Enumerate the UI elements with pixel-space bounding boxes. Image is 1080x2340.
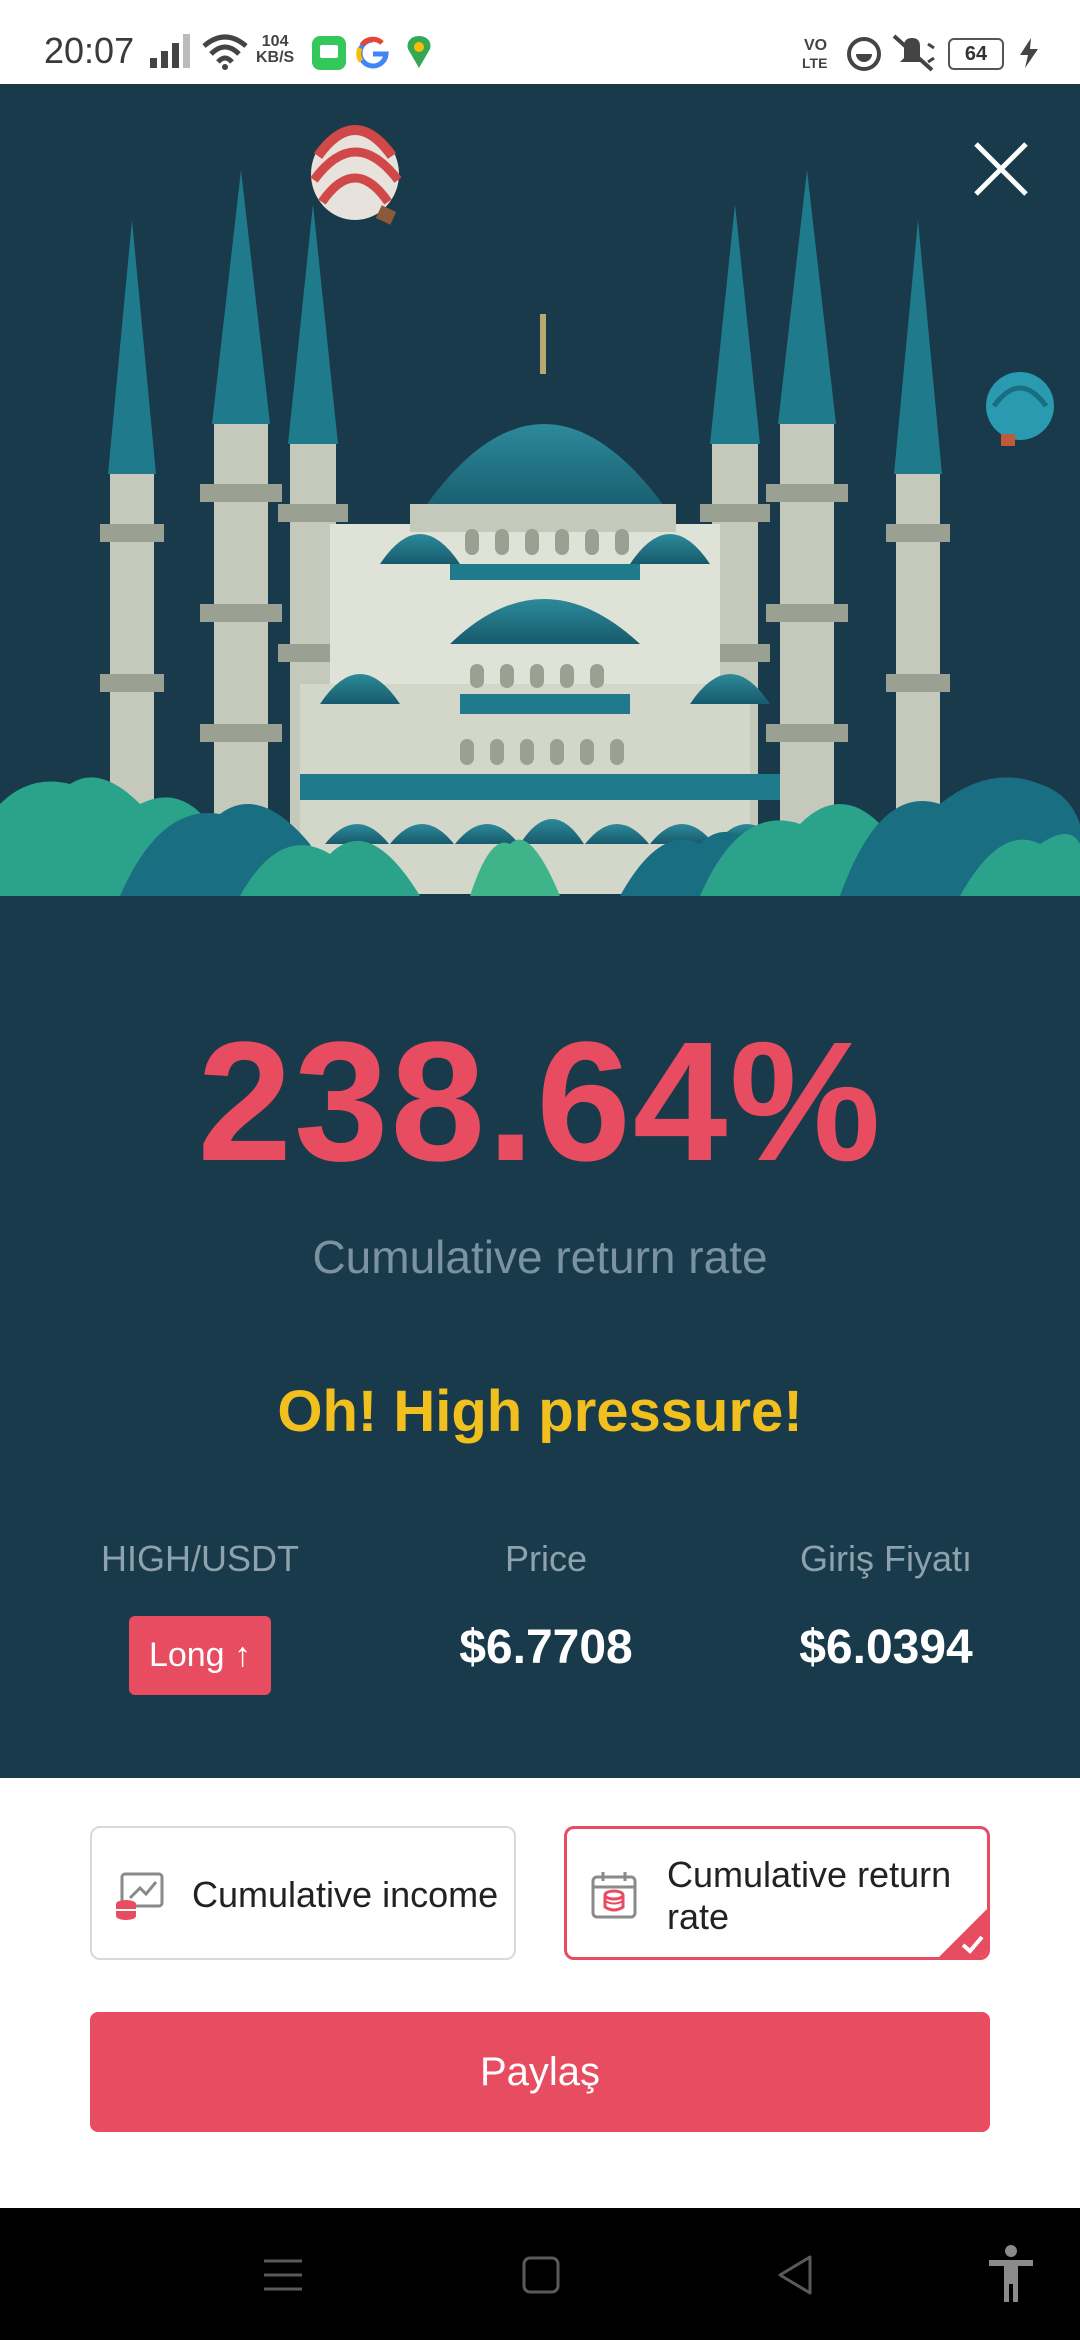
return-rate-caption: Cumulative return rate xyxy=(312,1231,768,1283)
pair-column: HIGH/USDT Long ↑ xyxy=(30,1538,370,1695)
teal-balloon xyxy=(986,372,1054,446)
return-rate-value: 238.64% xyxy=(197,1007,883,1197)
price-value: $6.7708 xyxy=(459,1621,633,1674)
red-balloon xyxy=(310,125,402,225)
pair-label: HIGH/USDT xyxy=(101,1538,299,1579)
price-label: Price xyxy=(504,1538,588,1579)
close-icon[interactable] xyxy=(968,136,1034,202)
wifi-icon xyxy=(202,34,248,70)
status-time: 20:07 xyxy=(44,30,135,71)
entry-price-column: Giriş Fiyatı $6.0394 xyxy=(716,1538,1056,1675)
focus-icon xyxy=(847,37,881,71)
battery-icon: 64 xyxy=(948,38,1004,70)
network-speed: 104 KB/S xyxy=(256,34,294,66)
status-bar: 20:07 104 KB/S VO LTE 64 xyxy=(0,0,1080,84)
entry-price-label: Giriş Fiyatı xyxy=(799,1538,972,1579)
accessibility-icon[interactable] xyxy=(986,2244,1036,2304)
google-icon xyxy=(356,36,389,69)
network-speed-value: 104 xyxy=(261,33,289,50)
blue-mosque-illustration xyxy=(0,125,1080,896)
share-button[interactable]: Paylaş xyxy=(90,2012,990,2132)
option-cumulative-income[interactable]: Cumulative income xyxy=(90,1826,516,1960)
signal-icon xyxy=(150,34,190,68)
price-column: Price $6.7708 xyxy=(376,1538,716,1675)
messages-app-icon xyxy=(312,36,346,70)
option-cumulative-return-rate[interactable]: Cumulative return rate xyxy=(564,1826,990,1960)
mute-icon xyxy=(892,34,935,72)
charging-icon xyxy=(1020,38,1038,68)
maps-icon xyxy=(407,36,431,68)
menu-icon[interactable] xyxy=(264,2258,302,2292)
volte-icon: VO LTE xyxy=(802,37,827,71)
calendar-coins-icon xyxy=(591,1872,637,1919)
checkmark-icon xyxy=(939,1909,987,1957)
svg-text:VO: VO xyxy=(804,37,827,54)
navigation-bar xyxy=(0,2208,1080,2340)
long-badge: Long ↑ xyxy=(128,1616,272,1695)
slogan-text: Oh! High pressure! xyxy=(277,1379,803,1444)
entry-price-value: $6.0394 xyxy=(799,1621,973,1674)
option-label: Cumulative income xyxy=(192,1874,499,1915)
network-speed-unit: KB/S xyxy=(256,49,295,66)
option-label: Cumulative return rate xyxy=(667,1854,952,1937)
back-icon[interactable] xyxy=(776,2254,814,2296)
home-icon[interactable] xyxy=(522,2256,560,2294)
income-chart-icon xyxy=(116,1872,164,1920)
svg-text:LTE: LTE xyxy=(802,55,827,71)
share-card: 238.64% Cumulative return rate Oh! High … xyxy=(0,84,1080,1778)
